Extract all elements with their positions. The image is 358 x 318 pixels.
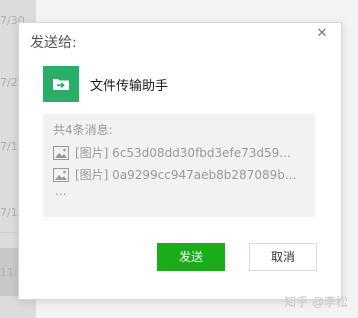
image-icon: [53, 167, 69, 182]
more-messages: ...: [55, 184, 67, 198]
send-to-dialog: 发送给: ✕ 文件传输助手 共4条消息: [图片] 6c53d08dd30fbd…: [18, 22, 342, 300]
recipient-name: 文件传输助手: [90, 78, 169, 94]
recipient-item[interactable]: 文件传输助手: [43, 66, 168, 102]
message-text: [图片] 0a9299cc947aeb8b287089b...: [75, 168, 297, 182]
watermark: 知乎 @李松: [284, 295, 348, 309]
conversation-date: 7/1: [0, 140, 18, 153]
image-icon: [53, 145, 69, 160]
conversation-date: 7/1: [0, 206, 18, 219]
message-count: 共4条消息:: [53, 123, 113, 137]
dialog-title: 发送给:: [30, 35, 77, 51]
message-item: [图片] 0a9299cc947aeb8b287089b...: [53, 166, 311, 183]
message-text: [图片] 6c53d08dd30fbd3efe73d59...: [75, 146, 291, 160]
folder-transfer-icon: [43, 66, 79, 102]
send-button[interactable]: 发送: [157, 243, 225, 271]
cancel-button[interactable]: 取消: [249, 243, 317, 271]
message-item: [图片] 6c53d08dd30fbd3efe73d59...: [53, 144, 311, 161]
conversation-date: 7/2: [0, 76, 18, 89]
close-icon[interactable]: ✕: [315, 27, 329, 41]
message-preview: 共4条消息: [图片] 6c53d08dd30fbd3efe73d59... […: [43, 114, 315, 217]
